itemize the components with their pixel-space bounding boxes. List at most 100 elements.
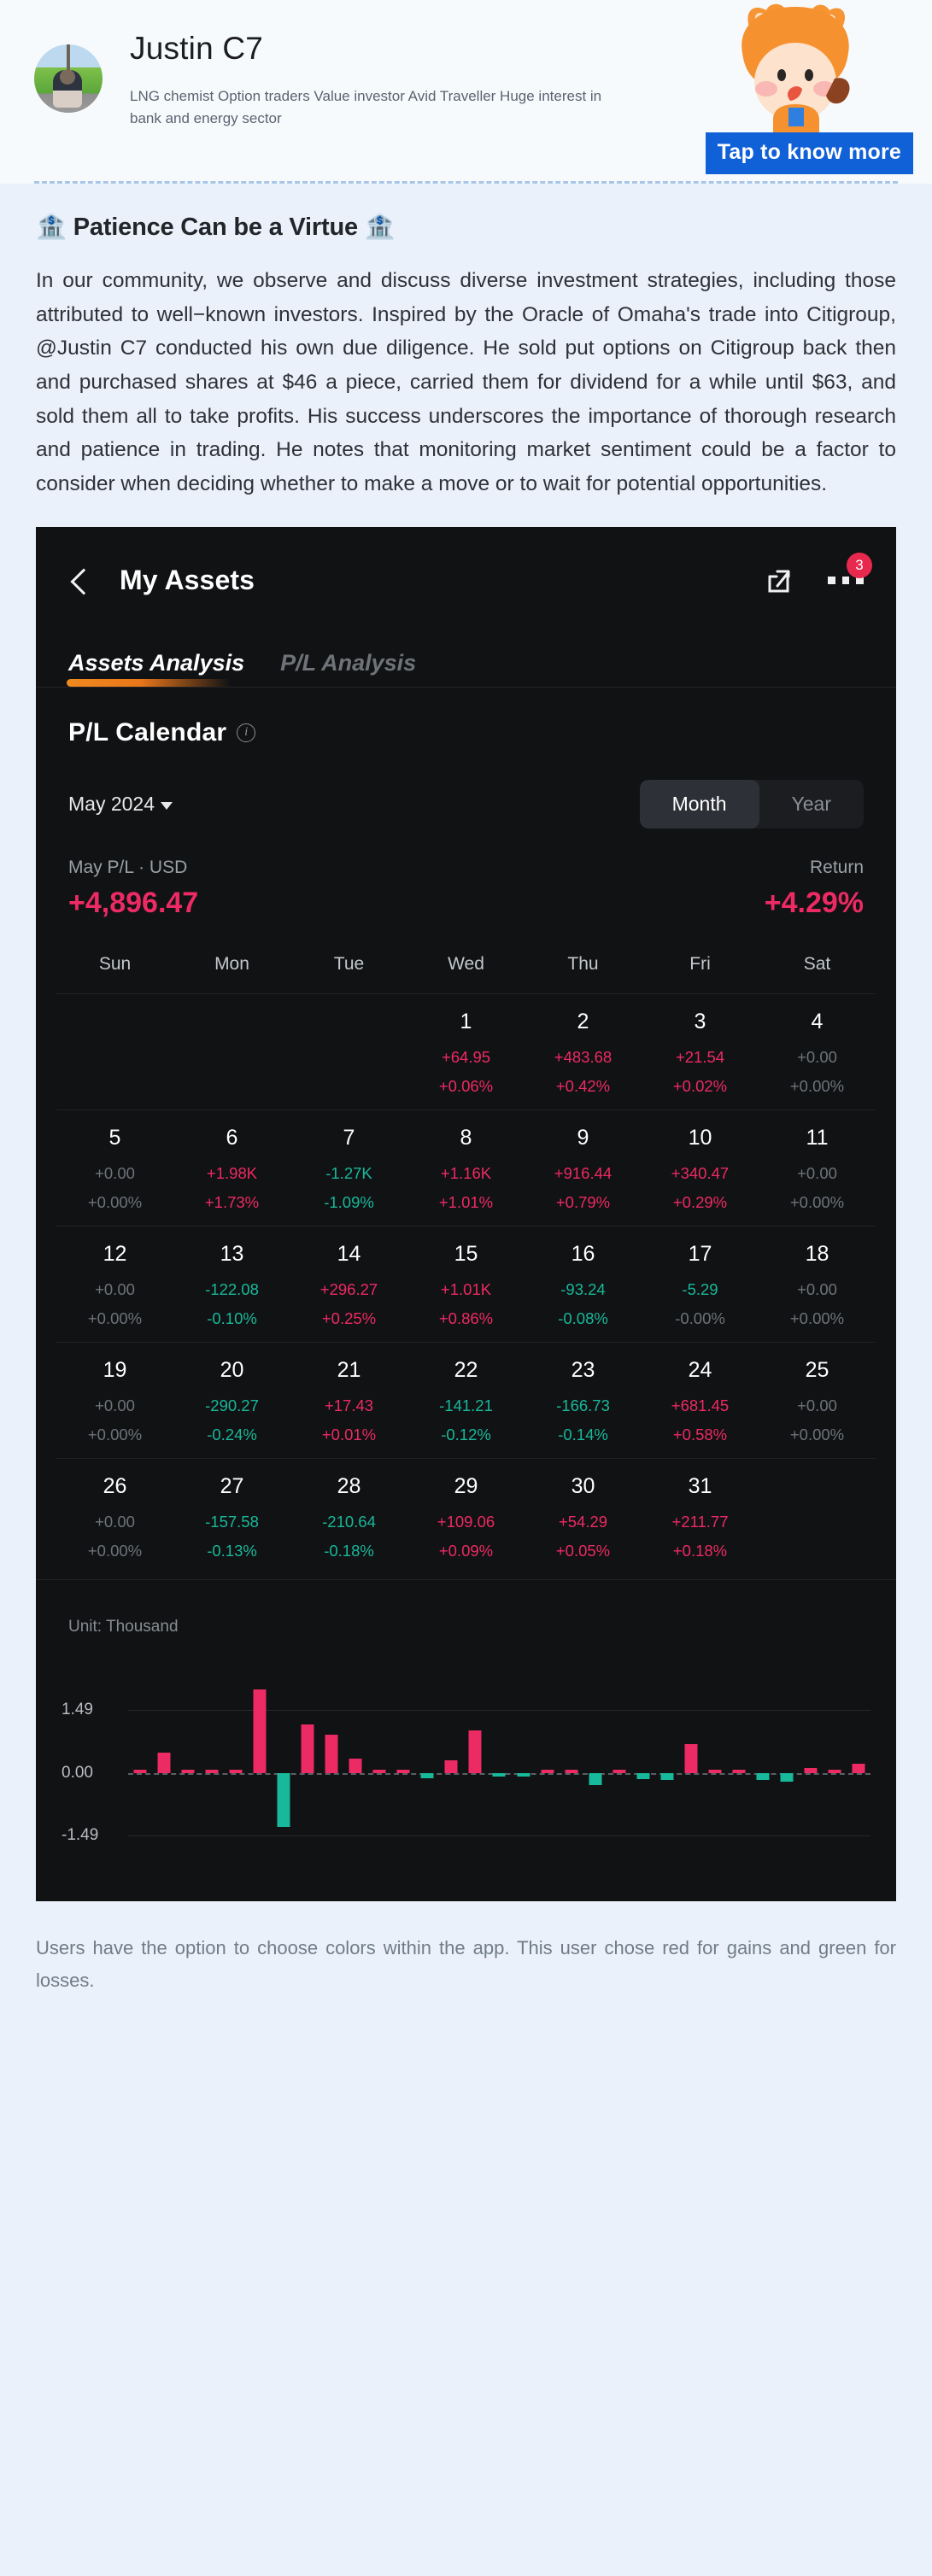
calendar-day-number: 9 xyxy=(577,1125,589,1150)
calendar-week-row: 1 +64.95 +0.06% 2 +483.68 +0.42% 3 +21.54 +0.02%… xyxy=(56,992,876,1109)
calendar-weekday-wed: Wed xyxy=(448,953,484,974)
month-selector[interactable]: May 2024 xyxy=(68,793,173,816)
calendar-cell-day-4[interactable]: 4 +0.00 +0.00% xyxy=(759,1010,876,1096)
calendar-cell-day-15[interactable]: 15 +1.01K +0.86% xyxy=(407,1242,525,1328)
chart-bar xyxy=(420,1772,434,1778)
calendar-cell-day-1[interactable]: 1 +64.95 +0.06% xyxy=(407,1010,525,1096)
calendar-cell-day-20[interactable]: 20 -290.27 -0.24% xyxy=(173,1358,290,1444)
chart-bar-slot[interactable] xyxy=(463,1655,487,1852)
calendar-day-number: 18 xyxy=(805,1241,829,1266)
info-icon[interactable]: i xyxy=(237,723,256,742)
range-option-year[interactable]: Year xyxy=(759,780,864,828)
chart-bar-slot[interactable] xyxy=(512,1655,536,1852)
calendar-cell-day-16[interactable]: 16 -93.24 -0.08% xyxy=(525,1242,642,1328)
calendar-cell-day-10[interactable]: 10 +340.47 +0.29% xyxy=(642,1126,759,1212)
calendar-cell-day-8[interactable]: 8 +1.16K +1.01% xyxy=(407,1126,525,1212)
chart-bar-slot[interactable] xyxy=(823,1655,847,1852)
calendar-cell-day-28[interactable]: 28 -210.64 -0.18% xyxy=(290,1474,407,1560)
calendar-day-amount: -290.27 xyxy=(205,1396,259,1414)
chart-bar-slot[interactable] xyxy=(847,1655,870,1852)
chart-bar xyxy=(325,1734,338,1773)
chart-bar xyxy=(517,1772,530,1777)
calendar-cell-day-19[interactable]: 19 +0.00 +0.00% xyxy=(56,1358,173,1444)
calendar-cell-day-3[interactable]: 3 +21.54 +0.02% xyxy=(642,1010,759,1096)
chart-bar-slot[interactable] xyxy=(607,1655,631,1852)
chart-bar-slot[interactable] xyxy=(439,1655,463,1852)
calendar-day-percent: -0.12% xyxy=(441,1425,491,1443)
calendar-cell-day-17[interactable]: 17 -5.29 -0.00% xyxy=(642,1242,759,1328)
chart-bar-slot[interactable] xyxy=(751,1655,775,1852)
calendar-cell-day-24[interactable]: 24 +681.45 +0.58% xyxy=(642,1358,759,1444)
chart-bar-slot[interactable] xyxy=(583,1655,607,1852)
chevron-down-icon xyxy=(161,801,173,810)
calendar-cell-day-29[interactable]: 29 +109.06 +0.09% xyxy=(407,1474,525,1560)
chart-bar-slot[interactable] xyxy=(487,1655,511,1852)
chart-bar-slot[interactable] xyxy=(655,1655,679,1852)
chart-bar xyxy=(468,1730,482,1773)
chart-bar xyxy=(780,1772,794,1783)
chart-bar-slot[interactable] xyxy=(367,1655,391,1852)
calendar-weekday-tue: Tue xyxy=(333,953,365,974)
calendar-weekday-fri: Fri xyxy=(689,953,711,974)
range-option-month[interactable]: Month xyxy=(639,779,759,828)
chart-bar-slot[interactable] xyxy=(200,1655,224,1852)
pl-calendar-title: P/L Calendar xyxy=(68,717,227,746)
calendar-cell-day-26[interactable]: 26 +0.00 +0.00% xyxy=(56,1474,173,1560)
calendar-cell-day-31[interactable]: 31 +211.77 +0.18% xyxy=(642,1474,759,1560)
chart-bar-slot[interactable] xyxy=(128,1655,152,1852)
tab-pl-analysis[interactable]: P/L Analysis xyxy=(280,650,416,687)
calendar-day-amount: +340.47 xyxy=(671,1163,730,1182)
calendar-cell-day-9[interactable]: 9 +916.44 +0.79% xyxy=(525,1126,642,1212)
chart-bar-slot[interactable] xyxy=(703,1655,727,1852)
more-horizontal-icon[interactable]: 3 xyxy=(828,552,872,592)
calendar-cell-day-25[interactable]: 25 +0.00 +0.00% xyxy=(759,1358,876,1444)
calendar-day-number: 16 xyxy=(571,1241,595,1266)
calendar-day-amount: -93.24 xyxy=(560,1279,606,1298)
calendar-cell-day-2[interactable]: 2 +483.68 +0.42% xyxy=(525,1010,642,1096)
calendar-cell-day-23[interactable]: 23 -166.73 -0.14% xyxy=(525,1358,642,1444)
chart-bar-slot[interactable] xyxy=(536,1655,560,1852)
tap-to-know-more-button[interactable]: Tap to know more xyxy=(705,132,913,174)
chart-bar-slot[interactable] xyxy=(272,1655,296,1852)
calendar-cell-day-21[interactable]: 21 +17.43 +0.01% xyxy=(290,1358,407,1444)
chart-bar-slot[interactable] xyxy=(775,1655,799,1852)
calendar-cell-day-30[interactable]: 30 +54.29 +0.05% xyxy=(525,1474,642,1560)
calendar-day-percent: +0.00% xyxy=(789,1308,845,1327)
calendar-cell-day-12[interactable]: 12 +0.00 +0.00% xyxy=(56,1242,173,1328)
chart-bar-slot[interactable] xyxy=(224,1655,248,1852)
calendar-cell-day-11[interactable]: 11 +0.00 +0.00% xyxy=(759,1126,876,1212)
chart-bar xyxy=(732,1769,746,1773)
chart-bar-slot[interactable] xyxy=(248,1655,272,1852)
chart-bar-slot[interactable] xyxy=(391,1655,415,1852)
calendar-cell-day-14[interactable]: 14 +296.27 +0.25% xyxy=(290,1242,407,1328)
calendar-cell-day-27[interactable]: 27 -157.58 -0.13% xyxy=(173,1474,290,1560)
calendar-cell-day-22[interactable]: 22 -141.21 -0.12% xyxy=(407,1358,525,1444)
calendar-day-number: 24 xyxy=(688,1357,712,1382)
calendar-day-percent: -0.10% xyxy=(207,1308,257,1327)
chart-bar-slot[interactable] xyxy=(727,1655,751,1852)
chart-bar-slot[interactable] xyxy=(631,1655,655,1852)
calendar-day-percent: -0.13% xyxy=(207,1541,257,1560)
calendar-cell-day-13[interactable]: 13 -122.08 -0.10% xyxy=(173,1242,290,1328)
calendar-day-number: 14 xyxy=(337,1241,361,1266)
calendar-cell-day-5[interactable]: 5 +0.00 +0.00% xyxy=(56,1126,173,1212)
author-meta: Justin C7 LNG chemist Option traders Val… xyxy=(130,24,608,131)
chevron-left-icon[interactable] xyxy=(68,570,91,592)
chart-bar-slot[interactable] xyxy=(152,1655,176,1852)
calendar-day-percent: +0.29% xyxy=(672,1192,728,1211)
calendar-cell-day-18[interactable]: 18 +0.00 +0.00% xyxy=(759,1242,876,1328)
chart-bar-slot[interactable] xyxy=(176,1655,200,1852)
chart-bar-slot[interactable] xyxy=(415,1655,439,1852)
calendar-week-row: 12 +0.00 +0.00% 13 -122.08 -0.10% 14 +296.27 +0.… xyxy=(56,1225,876,1342)
calendar-cell-day-7[interactable]: 7 -1.27K -1.09% xyxy=(290,1126,407,1212)
chart-bar-slot[interactable] xyxy=(343,1655,367,1852)
tab-assets-analysis[interactable]: Assets Analysis xyxy=(66,650,244,687)
chart-bar-slot[interactable] xyxy=(296,1655,319,1852)
chart-bar-slot[interactable] xyxy=(679,1655,703,1852)
share-external-icon[interactable] xyxy=(763,565,795,597)
chart-bar-slot[interactable] xyxy=(560,1655,583,1852)
chart-bar-slot[interactable] xyxy=(799,1655,823,1852)
chart-bar-slot[interactable] xyxy=(319,1655,343,1852)
calendar-cell-day-6[interactable]: 6 +1.98K +1.73% xyxy=(173,1126,290,1212)
calendar-day-percent: +0.01% xyxy=(321,1425,377,1443)
